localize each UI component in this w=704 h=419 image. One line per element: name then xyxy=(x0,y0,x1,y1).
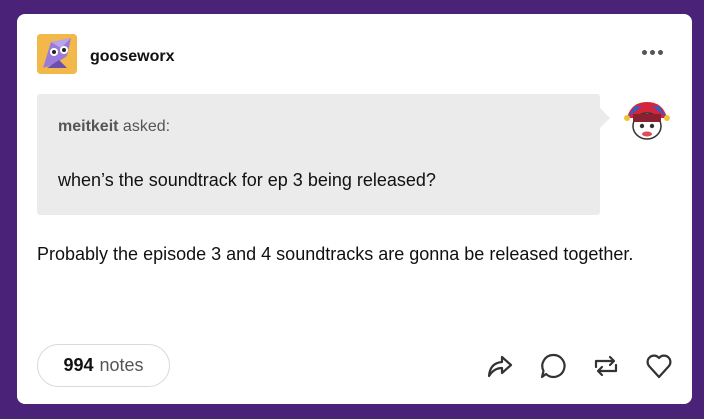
asker-avatar[interactable] xyxy=(623,96,671,144)
more-options-icon[interactable] xyxy=(639,44,665,60)
notes-button[interactable]: 994 notes xyxy=(37,344,170,387)
reblog-icon[interactable] xyxy=(591,351,621,381)
user-avatar[interactable] xyxy=(37,34,77,74)
asked-label: asked: xyxy=(122,118,171,135)
avatar-image xyxy=(37,34,77,74)
ask-bubble-tail xyxy=(600,108,610,128)
more-dot xyxy=(649,49,655,55)
notes-label: notes xyxy=(99,355,144,375)
post-username[interactable]: gooseworx xyxy=(90,48,174,66)
share-icon[interactable] xyxy=(485,351,515,381)
more-dot xyxy=(657,49,663,55)
more-dot xyxy=(641,49,647,55)
asker-line: meitkeit asked: xyxy=(58,118,170,136)
heart-icon[interactable] xyxy=(644,351,674,381)
post-answer-text: Probably the episode 3 and 4 soundtracks… xyxy=(37,244,634,264)
asker-name[interactable]: meitkeit xyxy=(58,118,118,135)
ask-box: meitkeit asked: when’s the soundtrack fo… xyxy=(37,94,600,215)
notes-count: 994 xyxy=(63,355,94,375)
post-card: gooseworx meitkeit asked: when’s the sou… xyxy=(17,14,692,404)
asker-avatar-image xyxy=(624,102,670,140)
reply-icon[interactable] xyxy=(538,351,568,381)
ask-question: when’s the soundtrack for ep 3 being rel… xyxy=(58,170,436,190)
